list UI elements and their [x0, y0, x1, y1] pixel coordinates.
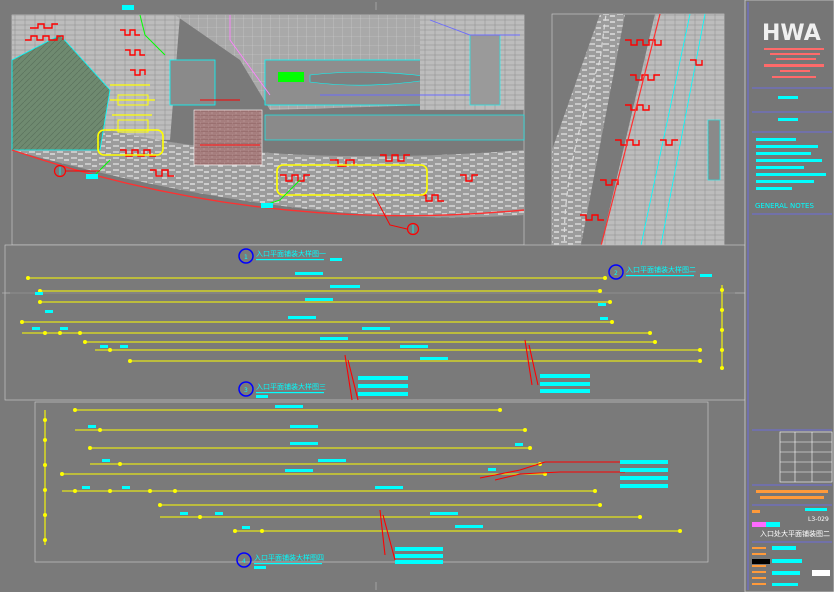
sheet-title: 入口处大平面铺装图二 — [760, 529, 830, 538]
callout-number-1: 1 — [244, 254, 248, 261]
viewport-plan-1 — [11, 5, 525, 246]
company-logo: HWA — [762, 21, 821, 46]
sheet-number: L3-029 — [808, 516, 829, 523]
callout-number-3: 3 — [244, 387, 248, 394]
viewport-detail-upper: 1 入口平面铺装大样图一 2 入口平面铺装大样图二 — [4, 244, 746, 401]
general-notes-heading: GENERAL NOTES — [755, 202, 814, 210]
view-label-3: 入口平面铺装大样图三 — [256, 382, 326, 391]
view-label-1: 入口平面铺装大样图一 — [256, 249, 326, 258]
viewport-detail-lower: 3 入口平面铺装大样图三 4 入口平面铺装大样图四 — [34, 381, 709, 569]
callout-number-2: 2 — [614, 270, 618, 277]
viewport-plan-2 — [551, 13, 725, 251]
view-label-4: 入口平面铺装大样图四 — [254, 553, 324, 562]
cad-drawing-sheet: 1 入口平面铺装大样图一 2 入口平面铺装大样图二 3 入口平面铺装大样图三 4… — [2, 0, 834, 592]
view-label-2: 入口平面铺装大样图二 — [626, 265, 696, 274]
callout-number-4: 4 — [242, 558, 246, 565]
